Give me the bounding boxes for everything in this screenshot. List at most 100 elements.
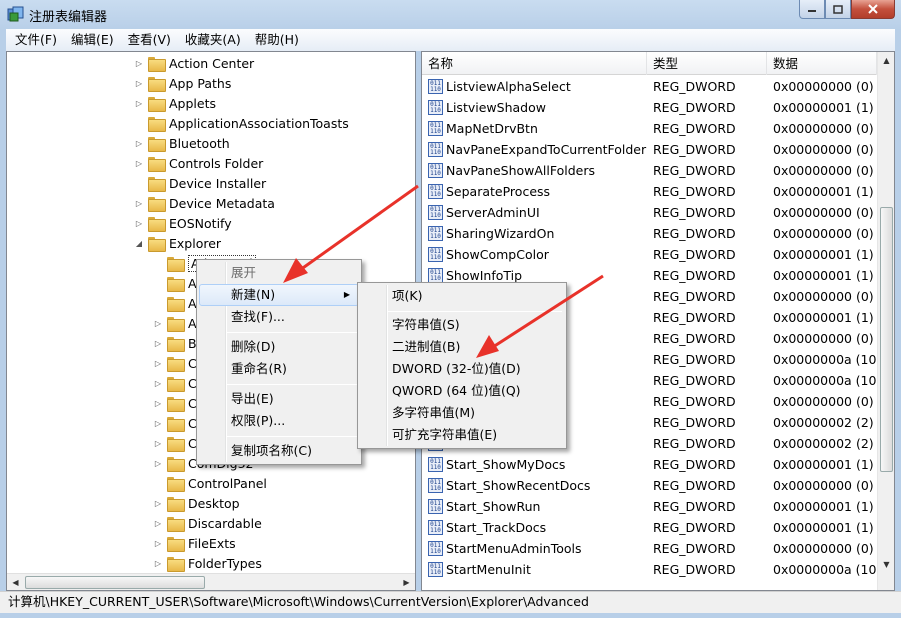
tree-item[interactable]: ControlPanel: [153, 473, 267, 493]
expand-arrow-icon[interactable]: ▷: [153, 418, 163, 428]
title-bar[interactable]: 注册表编辑器: [0, 0, 901, 29]
menu-item-find[interactable]: 查找(F)...: [199, 306, 359, 328]
menu-item-delete[interactable]: 删除(D): [199, 336, 359, 358]
submenu-item-binary-value[interactable]: 二进制值(B): [360, 336, 564, 358]
tree-item[interactable]: ▷ Discardable: [153, 513, 262, 533]
resize-grip-icon: [878, 573, 894, 590]
tree-item[interactable]: Ar: [153, 293, 202, 313]
column-header-type[interactable]: 类型: [647, 52, 767, 75]
table-row[interactable]: 011 110 Start_TrackDocs REG_DWORD 0x0000000…: [422, 517, 876, 538]
collapse-arrow-icon[interactable]: ◢: [134, 238, 144, 248]
scroll-thumb[interactable]: [25, 576, 205, 589]
menu-file[interactable]: 文件(F): [8, 29, 64, 51]
expand-arrow-icon[interactable]: ▷: [153, 558, 163, 568]
submenu-item-qword-value[interactable]: QWORD (64 位)值(Q): [360, 380, 564, 402]
table-row[interactable]: 011 110 NavPaneExpandToCurrentFolder REG_D…: [422, 139, 876, 160]
submenu-item-dword-value[interactable]: DWORD (32-位)值(D): [360, 358, 564, 380]
tree-item[interactable]: ▷ Applets: [134, 93, 216, 113]
table-row[interactable]: 011 110 Start_ShowMyDocs REG_DWORD 0x000000…: [422, 454, 876, 475]
tree-item[interactable]: ▷ Desktop: [153, 493, 240, 513]
tree-item[interactable]: ▷ Cl: [153, 413, 200, 433]
tree-item-label: Desktop: [188, 495, 240, 511]
tree-item[interactable]: Device Installer: [134, 173, 266, 193]
caption-buttons: [799, 0, 895, 20]
scroll-right-icon[interactable]: ▶: [398, 574, 415, 590]
tree-item[interactable]: ▷ Cl: [153, 433, 200, 453]
tree-item[interactable]: ▷ App Paths: [134, 73, 231, 93]
expand-arrow-icon[interactable]: ▷: [153, 338, 163, 348]
list-vertical-scrollbar[interactable]: ▲ ▼: [877, 52, 894, 590]
expand-arrow-icon[interactable]: ▷: [134, 78, 144, 88]
tree-item-label: Explorer: [169, 235, 222, 251]
table-row[interactable]: 011 110 ShowCompColor REG_DWORD 0x00000001 …: [422, 244, 876, 265]
value-type: REG_DWORD: [653, 373, 736, 388]
menu-favorites[interactable]: 收藏夹(A): [178, 29, 248, 51]
scroll-left-icon[interactable]: ◀: [7, 574, 24, 590]
table-row[interactable]: 011 110 SharingWizardOn REG_DWORD 0x0000000…: [422, 223, 876, 244]
column-header-name[interactable]: 名称: [422, 52, 647, 75]
expand-arrow-icon[interactable]: ▷: [153, 378, 163, 388]
expand-arrow-icon[interactable]: ▷: [134, 98, 144, 108]
menu-edit[interactable]: 编辑(E): [64, 29, 121, 51]
tree-item[interactable]: ▷ Controls Folder: [134, 153, 263, 173]
tree-item[interactable]: ▷ FolderTypes: [153, 553, 262, 573]
expand-arrow-icon[interactable]: ▷: [153, 438, 163, 448]
submenu-item-multi-string-value[interactable]: 多字符串值(M): [360, 402, 564, 424]
tree-item[interactable]: ▷ Action Center: [134, 53, 254, 73]
table-row[interactable]: 011 110 SeparateProcess REG_DWORD 0x0000000…: [422, 181, 876, 202]
tree-item[interactable]: ▷ Cl: [153, 373, 200, 393]
tree-item[interactable]: ▷ Cl: [153, 393, 200, 413]
tree-item[interactable]: ▷ Bluetooth: [134, 133, 230, 153]
menu-item-rename[interactable]: 重命名(R): [199, 358, 359, 380]
scroll-up-icon[interactable]: ▲: [878, 52, 894, 69]
menu-item-new[interactable]: 新建(N) ▶: [199, 284, 359, 306]
table-row[interactable]: 011 110 ListviewAlphaSelect REG_DWORD 0x000…: [422, 76, 876, 97]
table-row[interactable]: 011 110 Start_ShowRecentDocs REG_DWORD 0x00…: [422, 475, 876, 496]
expand-arrow-icon[interactable]: ▷: [153, 318, 163, 328]
table-row[interactable]: 011 110 StartMenuAdminTools REG_DWORD 0x000…: [422, 538, 876, 559]
folder-icon: [167, 376, 185, 392]
expand-arrow-icon[interactable]: ▷: [134, 198, 144, 208]
table-row[interactable]: 011 110 MapNetDrvBtn REG_DWORD 0x00000000 (…: [422, 118, 876, 139]
dword-value-icon: 011 110: [428, 142, 443, 157]
menu-help[interactable]: 帮助(H): [248, 29, 306, 51]
expand-arrow-icon[interactable]: ▷: [134, 158, 144, 168]
expand-arrow-icon[interactable]: ▷: [153, 538, 163, 548]
menu-item-permissions[interactable]: 权限(P)...: [199, 410, 359, 432]
table-row[interactable]: 011 110 NavPaneShowAllFolders REG_DWORD 0x0…: [422, 160, 876, 181]
column-header-data[interactable]: 数据: [767, 52, 877, 75]
scroll-thumb[interactable]: [880, 207, 893, 472]
value-type: REG_DWORD: [653, 415, 736, 430]
tree-item[interactable]: ◢ Explorer: [134, 233, 221, 253]
minimize-button[interactable]: [799, 0, 825, 19]
list-header: 名称 类型 数据: [422, 52, 894, 75]
tree-item[interactable]: ApplicationAssociationToasts: [134, 113, 349, 133]
expand-arrow-icon[interactable]: ▷: [153, 398, 163, 408]
expand-arrow-icon[interactable]: ▷: [153, 498, 163, 508]
tree-item[interactable]: ▷ Device Metadata: [134, 193, 275, 213]
submenu-item-string-value[interactable]: 字符串值(S): [360, 314, 564, 336]
expand-arrow-icon[interactable]: ▷: [153, 458, 163, 468]
table-row[interactable]: 011 110 StartMenuInit REG_DWORD 0x0000000a …: [422, 559, 881, 580]
expand-arrow-icon[interactable]: ▷: [153, 518, 163, 528]
tree-horizontal-scrollbar[interactable]: ◀ ▶: [7, 573, 415, 590]
menu-item-copy-key-name[interactable]: 复制项名称(C): [199, 440, 359, 462]
expand-arrow-icon[interactable]: ▷: [134, 138, 144, 148]
table-row[interactable]: 011 110 ServerAdminUI REG_DWORD 0x00000000 …: [422, 202, 876, 223]
close-button[interactable]: [851, 0, 895, 19]
tree-item[interactable]: ▷ Bi: [153, 333, 200, 353]
menu-item-expand[interactable]: 展开: [199, 262, 359, 284]
expand-arrow-icon[interactable]: ▷: [134, 58, 144, 68]
submenu-item-expandable-string-value[interactable]: 可扩充字符串值(E): [360, 424, 564, 446]
maximize-button[interactable]: [825, 0, 851, 19]
expand-arrow-icon[interactable]: ▷: [134, 218, 144, 228]
tree-item[interactable]: ▷ EOSNotify: [134, 213, 232, 233]
scroll-down-icon[interactable]: ▼: [878, 556, 894, 573]
menu-view[interactable]: 查看(V): [121, 29, 178, 51]
menu-item-export[interactable]: 导出(E): [199, 388, 359, 410]
tree-item[interactable]: ▷ FileExts: [153, 533, 236, 553]
expand-arrow-icon[interactable]: ▷: [153, 358, 163, 368]
table-row[interactable]: 011 110 Start_ShowRun REG_DWORD 0x00000001 …: [422, 496, 876, 517]
submenu-item-key[interactable]: 项(K): [360, 285, 564, 307]
table-row[interactable]: 011 110 ListviewShadow REG_DWORD 0x00000001…: [422, 97, 876, 118]
